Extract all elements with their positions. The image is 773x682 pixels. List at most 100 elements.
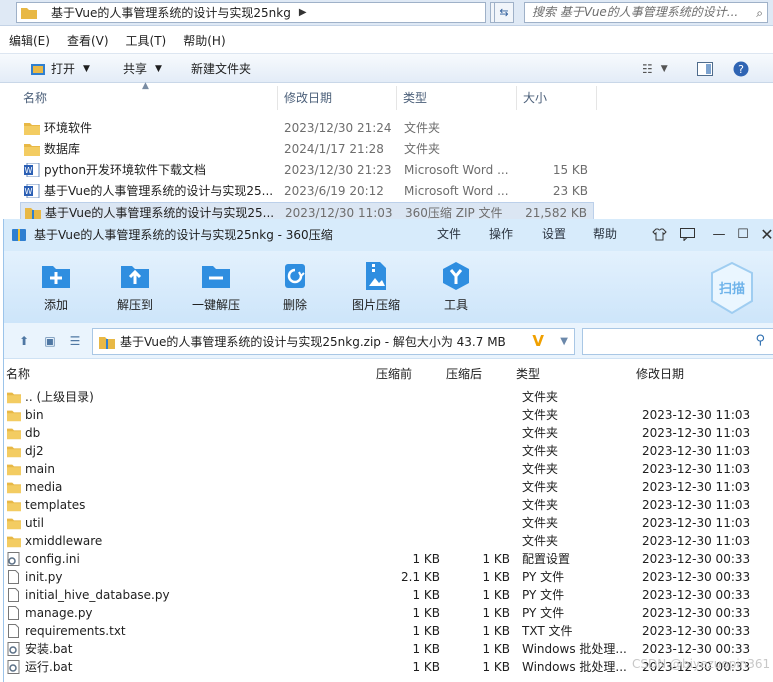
search-icon[interactable]: ⌕ xyxy=(756,4,763,22)
zip-menu-operate[interactable]: 操作 xyxy=(489,219,513,249)
zip-col-modified[interactable]: 修改日期 xyxy=(636,364,684,384)
refresh-button[interactable]: ⇆ xyxy=(494,2,514,23)
zip-entry-row[interactable]: xmiddleware 文件夹 2023-12-30 11:03 xyxy=(4,532,773,550)
one-click-extract-icon xyxy=(202,266,230,288)
explorer-file-row[interactable]: 环境软件 2023/12/30 21:24 文件夹 xyxy=(20,118,594,138)
col-size[interactable]: 大小 xyxy=(517,86,597,110)
zip-search-input[interactable]: ⚲ xyxy=(582,328,773,355)
file-size: 23 KB xyxy=(552,184,588,198)
word-icon: W xyxy=(24,162,40,178)
explorer-search-input[interactable]: 搜索 基于Vue的人事管理系统的设计... ⌕ xyxy=(524,2,768,23)
entry-type: 文件夹 xyxy=(522,480,559,494)
entry-modified: 2023-12-30 00:33 xyxy=(642,570,751,584)
preview-pane-icon[interactable] xyxy=(697,54,713,84)
breadcrumb[interactable]: 基于Vue的人事管理系统的设计与实现25nkg xyxy=(51,4,291,21)
close-icon[interactable]: ✕ xyxy=(758,225,773,244)
zip-entry-row[interactable]: main 文件夹 2023-12-30 11:03 xyxy=(4,460,773,478)
breadcrumb-chevron-icon[interactable]: ▶ xyxy=(299,7,307,18)
zip-entry-row[interactable]: templates 文件夹 2023-12-30 11:03 xyxy=(4,496,773,514)
zip-col-name[interactable]: 名称 xyxy=(6,364,30,384)
zip-entry-row[interactable]: 安装.bat 1 KB 1 KB Windows 批处理... 2023-12-30 0… xyxy=(4,640,773,658)
explorer-file-row[interactable]: 数据库 2024/1/17 21:28 文件夹 xyxy=(20,139,594,159)
entry-name: db xyxy=(25,426,41,440)
zip-entry-row[interactable]: init.py 2.1 KB 1 KB PY 文件 2023-12-30 00:33 xyxy=(4,568,773,586)
tools-label: 工具 xyxy=(443,298,468,312)
feedback-icon[interactable] xyxy=(678,225,696,243)
entry-modified: 2023-12-30 11:03 xyxy=(642,516,751,530)
zip-menu-help[interactable]: 帮助 xyxy=(593,219,617,249)
up-arrow-icon[interactable]: ⬆ xyxy=(16,334,32,348)
list-view-icon[interactable]: ☰ xyxy=(67,334,83,348)
zip-entry-row[interactable]: initial_hive_database.py 1 KB 1 KB PY 文件 202… xyxy=(4,586,773,604)
entry-type: 文件夹 xyxy=(522,534,559,548)
col-date[interactable]: 修改日期 xyxy=(278,86,397,110)
image-compress-button[interactable]: 图片压缩 xyxy=(340,251,412,323)
menu-view[interactable]: 查看(V) xyxy=(58,31,117,51)
entry-size-after: 1 KB xyxy=(482,660,510,674)
entry-size-before: 1 KB xyxy=(412,642,440,656)
v-badge-icon[interactable]: V xyxy=(532,331,544,352)
search-placeholder: 搜索 基于Vue的人事管理系统的设计... xyxy=(532,5,739,19)
one-click-extract-button[interactable]: 一键解压 xyxy=(180,251,252,323)
zip-col-after[interactable]: 压缩后 xyxy=(446,364,482,384)
explorer-command-bar: 打开 ▼ 共享 ▼ 新建文件夹 ☷ ▼ ? xyxy=(0,53,773,83)
minimize-icon[interactable]: — xyxy=(710,225,728,243)
entry-type: TXT 文件 xyxy=(522,624,573,638)
maximize-icon[interactable]: ☐ xyxy=(734,225,752,243)
menu-tools[interactable]: 工具(T) xyxy=(117,31,175,51)
zip-path-bar[interactable]: 基于Vue的人事管理系统的设计与实现25nkg.zip - 解包大小为 43.7… xyxy=(92,328,575,355)
address-bar[interactable]: 基于Vue的人事管理系统的设计与实现25nkg ▶ xyxy=(16,2,486,23)
entry-modified: 2023-12-30 00:33 xyxy=(642,552,751,566)
help-icon[interactable]: ? xyxy=(733,54,749,84)
zip-col-before[interactable]: 压缩前 xyxy=(376,364,412,384)
tools-button[interactable]: 工具 xyxy=(420,251,492,323)
folder-icon xyxy=(7,480,21,494)
file-date: 2024/1/17 21:28 xyxy=(284,142,384,156)
folder-icon xyxy=(21,8,37,19)
shirt-skin-icon[interactable] xyxy=(650,225,668,243)
scan-button[interactable]: 扫描 xyxy=(708,261,756,315)
explorer-file-row[interactable]: W 基于Vue的人事管理系统的设计与实现25... 2023/6/19 20:12 M… xyxy=(20,181,594,201)
bat-file-icon xyxy=(7,642,21,656)
zip-entry-row[interactable]: db 文件夹 2023-12-30 11:03 xyxy=(4,424,773,442)
open-icon xyxy=(31,64,45,75)
delete-button[interactable]: 删除 xyxy=(259,251,331,323)
file-icon xyxy=(7,624,21,638)
zip-menu-settings[interactable]: 设置 xyxy=(542,219,566,249)
menu-edit[interactable]: 编辑(E) xyxy=(0,31,58,51)
add-button[interactable]: 添加 xyxy=(20,251,92,323)
view-options-icon[interactable]: ☷ ▼ xyxy=(642,54,668,84)
explorer-file-row[interactable]: Wpython开发环境软件下载文档 2023/12/30 21:23 Microso… xyxy=(20,160,594,180)
entry-size-before: 2.1 KB xyxy=(401,570,440,584)
extract-to-button[interactable]: 解压到 xyxy=(99,251,171,323)
zip-entry-row[interactable]: requirements.txt 1 KB 1 KB TXT 文件 2023-12-30… xyxy=(4,622,773,640)
zip-app-icon xyxy=(12,229,26,241)
zip-entry-row[interactable]: media 文件夹 2023-12-30 11:03 xyxy=(4,478,773,496)
zip-entry-row[interactable]: manage.py 1 KB 1 KB PY 文件 2023-12-30 00:33 xyxy=(4,604,773,622)
col-name[interactable]: 名称 xyxy=(17,86,278,110)
entry-modified: 2023-12-30 00:33 xyxy=(642,624,751,638)
zip-menu-file[interactable]: 文件 xyxy=(437,219,461,249)
thumbnail-view-icon[interactable]: ▣ xyxy=(42,334,58,348)
zip-entry-row[interactable]: dj2 文件夹 2023-12-30 11:03 xyxy=(4,442,773,460)
zip-entry-row[interactable]: .. (上级目录) 文件夹 xyxy=(4,388,773,406)
zip-titlebar: 基于Vue的人事管理系统的设计与实现25nkg - 360压缩 文件 操作 设置… xyxy=(4,219,773,251)
entry-name: dj2 xyxy=(25,444,44,458)
col-type[interactable]: 类型 xyxy=(397,86,517,110)
file-icon xyxy=(7,588,21,602)
add-icon xyxy=(42,266,70,288)
zip-col-type[interactable]: 类型 xyxy=(516,364,540,384)
share-button[interactable]: 共享 ▼ xyxy=(123,54,162,84)
zip-entry-row[interactable]: util 文件夹 2023-12-30 11:03 xyxy=(4,514,773,532)
open-button[interactable]: 打开 ▼ xyxy=(30,54,90,84)
entry-size-after: 1 KB xyxy=(482,624,510,638)
chevron-down-icon[interactable]: ▼ xyxy=(560,333,568,351)
menu-help[interactable]: 帮助(H) xyxy=(174,31,233,51)
search-icon[interactable]: ⚲ xyxy=(755,333,765,348)
zip-entry-row[interactable]: bin 文件夹 2023-12-30 11:03 xyxy=(4,406,773,424)
file-icon xyxy=(7,606,21,620)
zip-entry-row[interactable]: config.ini 1 KB 1 KB 配置设置 2023-12-30 00:33 xyxy=(4,550,773,568)
file-name: 环境软件 xyxy=(44,121,93,135)
entry-name: util xyxy=(25,516,44,530)
new-folder-button[interactable]: 新建文件夹 xyxy=(191,54,251,84)
